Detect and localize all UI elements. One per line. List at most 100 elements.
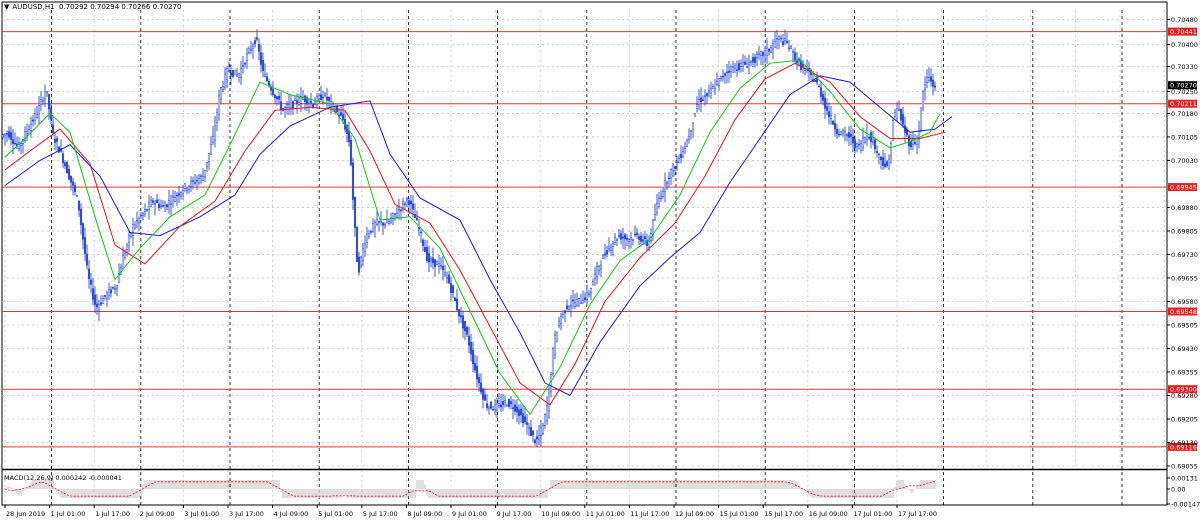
candle-body bbox=[707, 90, 711, 93]
candle-body bbox=[637, 236, 641, 240]
candle-body bbox=[647, 240, 651, 248]
macd-tick-label: 0.00131 bbox=[1171, 475, 1198, 483]
candle-body bbox=[609, 247, 613, 251]
candle-body bbox=[889, 143, 893, 157]
candle-body bbox=[841, 129, 845, 134]
candle-body bbox=[611, 243, 615, 247]
candle-body bbox=[725, 71, 729, 74]
candle-body bbox=[167, 200, 171, 205]
candle-body bbox=[593, 273, 597, 279]
candle-body bbox=[931, 79, 935, 87]
candle-body bbox=[313, 103, 317, 106]
candle-body bbox=[825, 106, 829, 111]
price-chart[interactable]: 0.704410.702110.699450.695480.693000.691… bbox=[0, 0, 1200, 523]
time-tick-label: 17 Jul 01:00 bbox=[853, 510, 892, 518]
candle-body bbox=[291, 101, 295, 109]
candle-body bbox=[87, 268, 91, 279]
price-tick-label: 0.69130 bbox=[1171, 439, 1198, 447]
candle-body bbox=[475, 365, 479, 380]
candle-body bbox=[527, 426, 531, 430]
candle-body bbox=[607, 246, 611, 250]
candle-body bbox=[699, 97, 703, 102]
candle-body bbox=[677, 158, 681, 163]
candle-body bbox=[589, 288, 593, 293]
candle-body bbox=[773, 41, 777, 48]
candle-body bbox=[423, 247, 427, 252]
candle-body bbox=[915, 138, 919, 145]
candle-body bbox=[349, 139, 353, 165]
candle-body bbox=[535, 436, 539, 440]
price-tick-label: 0.69280 bbox=[1171, 392, 1198, 400]
candle-body bbox=[601, 254, 605, 259]
candle-body bbox=[141, 212, 145, 217]
candle-body bbox=[453, 297, 457, 301]
candle-body bbox=[661, 191, 665, 197]
candle-body bbox=[519, 408, 523, 416]
candle-body bbox=[143, 209, 147, 212]
price-tick-label: 0.70105 bbox=[1171, 133, 1198, 141]
candle-body bbox=[399, 209, 403, 211]
time-tick-label: 1 Jul 01:00 bbox=[51, 510, 86, 518]
candle-body bbox=[209, 144, 213, 155]
candle-body bbox=[253, 40, 257, 45]
candle-body bbox=[317, 95, 321, 100]
candle-body bbox=[393, 213, 397, 215]
macd-tick-label: 0.00 bbox=[1171, 486, 1185, 494]
candle-body bbox=[747, 62, 751, 65]
candle-body bbox=[33, 113, 37, 121]
candle-body bbox=[613, 237, 617, 243]
candle-body bbox=[481, 389, 485, 400]
candle-body bbox=[57, 146, 61, 153]
candle-body bbox=[243, 62, 247, 65]
candle-body bbox=[445, 277, 449, 279]
candle-body bbox=[215, 112, 219, 123]
candle-body bbox=[877, 153, 881, 156]
candle-body bbox=[581, 300, 585, 304]
time-tick-label: 12 Jul 09:00 bbox=[675, 510, 714, 518]
candle-body bbox=[187, 185, 191, 190]
candle-body bbox=[627, 239, 631, 242]
candle-body bbox=[523, 416, 527, 423]
candle-body bbox=[789, 46, 793, 49]
candle-body bbox=[199, 175, 203, 177]
candle-body bbox=[171, 195, 175, 198]
candle-body bbox=[501, 401, 505, 406]
candle-body bbox=[901, 114, 905, 125]
candle-body bbox=[563, 310, 567, 313]
candle-body bbox=[869, 132, 873, 142]
candle-body bbox=[195, 179, 199, 182]
candle-body bbox=[159, 205, 163, 208]
candle-body bbox=[111, 287, 115, 289]
chart-window[interactable]: 0.70441 0.70211 0.69945 0.69548 0.69300 0.691… bbox=[0, 0, 1200, 523]
candle-body bbox=[655, 203, 659, 214]
candle-body bbox=[45, 91, 49, 94]
candle-body bbox=[489, 401, 493, 409]
candle-body bbox=[555, 331, 559, 343]
candle-body bbox=[727, 70, 731, 73]
candle-body bbox=[843, 131, 847, 136]
candle-body bbox=[223, 73, 227, 88]
candle-body bbox=[75, 195, 79, 197]
level-price-tag-label: 0.69548 bbox=[1170, 308, 1197, 316]
candle-body bbox=[237, 73, 241, 78]
candle-body bbox=[771, 43, 775, 50]
candle-body bbox=[599, 264, 603, 270]
candle-body bbox=[515, 406, 519, 413]
candle-body bbox=[355, 226, 359, 262]
candle-body bbox=[179, 192, 183, 197]
candle-body bbox=[909, 141, 913, 148]
candle-body bbox=[241, 65, 245, 67]
candle-body bbox=[921, 90, 925, 109]
candle-body bbox=[443, 272, 447, 276]
candle-body bbox=[415, 217, 419, 221]
candle-body bbox=[137, 217, 141, 224]
price-tick-label: 0.70180 bbox=[1171, 110, 1198, 118]
candle-body bbox=[381, 222, 385, 226]
macd-label: MACD(12,26,9) 0.000242 -0.000041 bbox=[4, 474, 122, 482]
candle-body bbox=[363, 243, 367, 252]
dropdown-triangle-icon[interactable]: ▼ bbox=[4, 3, 9, 11]
price-tick-label: 0.69730 bbox=[1171, 251, 1198, 259]
candle-body bbox=[369, 230, 373, 233]
candle-body bbox=[687, 136, 691, 140]
candle-body bbox=[95, 303, 99, 308]
